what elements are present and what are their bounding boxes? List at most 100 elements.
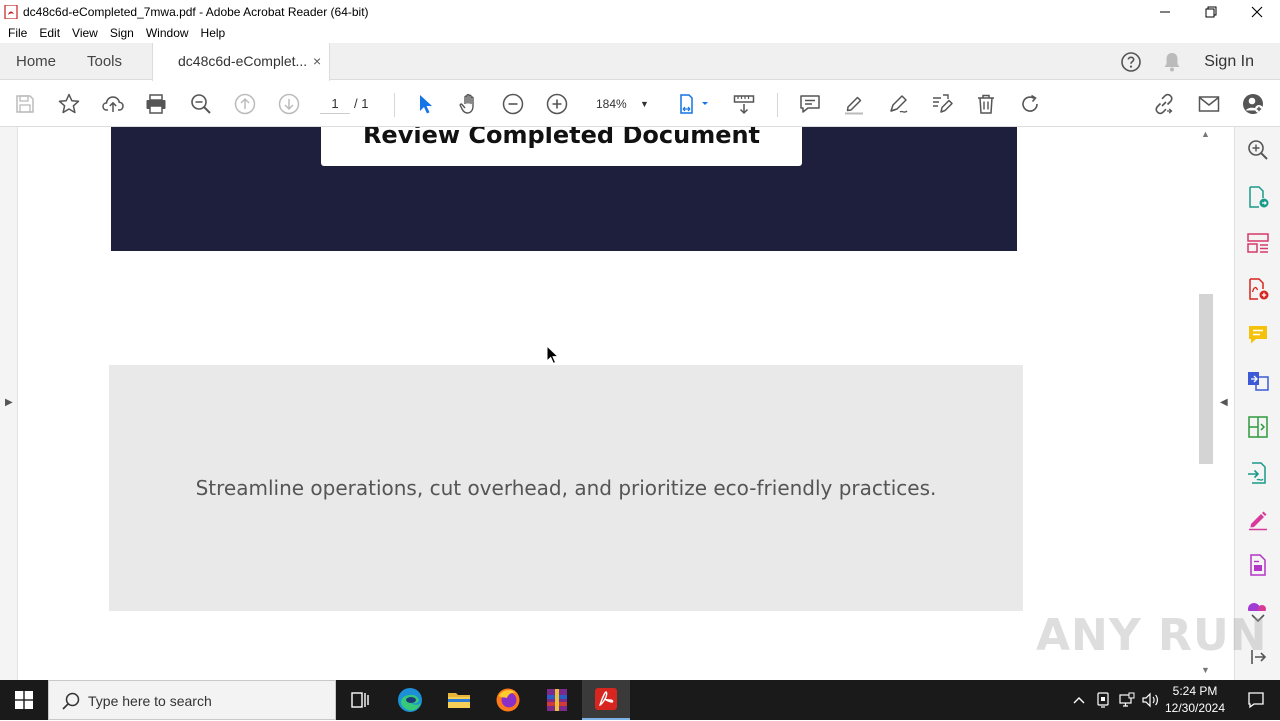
- left-pane-collapsed[interactable]: ▶: [0, 127, 18, 680]
- windows-taskbar: Type here to search 5:24 PM 12/30/2024: [0, 680, 1280, 720]
- tab-document[interactable]: dc48c6d-eComplet... ×: [152, 43, 330, 81]
- fit-page-icon: [680, 94, 708, 114]
- taskbar-edge[interactable]: [386, 680, 434, 720]
- right-tool-more[interactable]: [1246, 597, 1270, 611]
- search-zoom-icon: [191, 94, 211, 114]
- chevron-down-icon[interactable]: ▼: [640, 94, 649, 114]
- scroll-mode-button[interactable]: [731, 91, 757, 117]
- heading-card: Review Completed Document: [321, 127, 802, 166]
- share-link-button[interactable]: [1151, 91, 1177, 117]
- acrobat-reader-icon: [595, 688, 617, 710]
- maximize-button[interactable]: [1188, 0, 1234, 23]
- folder-icon: [448, 693, 470, 708]
- task-view-button[interactable]: [336, 680, 384, 720]
- menu-sign[interactable]: Sign: [104, 26, 140, 40]
- menu-help[interactable]: Help: [195, 26, 232, 40]
- taskbar-acrobat-reader[interactable]: [582, 680, 630, 720]
- collapse-right-pane-icon[interactable]: ◀: [1220, 397, 1228, 408]
- share-user-button[interactable]: [1240, 91, 1266, 117]
- print-button[interactable]: [143, 91, 169, 117]
- find-button[interactable]: [188, 91, 214, 117]
- email-button[interactable]: [1196, 91, 1222, 117]
- upload-cloud-button[interactable]: [100, 91, 126, 117]
- highlight-button[interactable]: [841, 91, 867, 117]
- page-fit-button[interactable]: [678, 91, 714, 117]
- right-tool-zoom[interactable]: [1246, 138, 1270, 162]
- page-number-input[interactable]: 1: [320, 94, 350, 114]
- minimize-button[interactable]: [1142, 0, 1188, 23]
- comment-button[interactable]: [797, 91, 823, 117]
- tab-bar-right: Sign In: [1120, 43, 1280, 80]
- tray-device-button[interactable]: [1092, 680, 1114, 720]
- taskbar-search-box[interactable]: Type here to search: [48, 680, 336, 720]
- menu-view[interactable]: View: [66, 26, 104, 40]
- rotate-button[interactable]: [1017, 91, 1043, 117]
- edit-text-button[interactable]: [929, 91, 955, 117]
- previous-page-button[interactable]: [232, 91, 258, 117]
- start-button[interactable]: [0, 680, 48, 720]
- message-box: Streamline operations, cut overhead, and…: [109, 365, 1023, 611]
- zoom-in-button[interactable]: [544, 91, 570, 117]
- document-viewport[interactable]: ▶ Review Completed Document Streamline o…: [0, 127, 1234, 680]
- menu-window[interactable]: Window: [140, 26, 195, 40]
- task-view-icon: [351, 692, 369, 708]
- menu-file[interactable]: File: [2, 26, 33, 40]
- taskbar-file-explorer[interactable]: [435, 680, 483, 720]
- taskbar-clock[interactable]: 5:24 PM 12/30/2024: [1160, 683, 1230, 717]
- select-tool-button[interactable]: [412, 91, 438, 117]
- main-toolbar: 1 / 1 184% ▼: [0, 81, 1280, 127]
- tray-overflow-button[interactable]: [1068, 680, 1090, 720]
- tab-home[interactable]: Home: [16, 43, 56, 80]
- zoom-out-button[interactable]: [500, 91, 526, 117]
- right-tool-combine-files[interactable]: [1246, 369, 1270, 393]
- clock-date: 12/30/2024: [1164, 701, 1226, 715]
- right-tool-organize-pages[interactable]: [1246, 231, 1270, 255]
- right-tool-export-pdf[interactable]: [1246, 185, 1270, 209]
- taskbar-firefox[interactable]: [484, 680, 532, 720]
- tray-volume-button[interactable]: [1140, 680, 1162, 720]
- right-pane-toggle[interactable]: ◀: [1216, 127, 1234, 680]
- page-total: / 1: [354, 96, 369, 111]
- next-page-button[interactable]: [276, 91, 302, 117]
- close-button[interactable]: [1234, 0, 1280, 23]
- delete-button[interactable]: [973, 91, 999, 117]
- scroll-up-icon[interactable]: ▲: [1201, 129, 1210, 139]
- search-icon: [62, 692, 80, 710]
- right-tool-edit-pdf[interactable]: [1246, 553, 1270, 577]
- document-tab-label: dc48c6d-eComplet...: [178, 53, 308, 69]
- draw-button[interactable]: [885, 91, 911, 117]
- right-tool-send-for-signature[interactable]: [1246, 461, 1270, 485]
- right-tool-comment[interactable]: [1246, 323, 1270, 347]
- fill-sign-icon: [1249, 511, 1267, 531]
- save-button[interactable]: [12, 91, 38, 117]
- taskbar-winrar[interactable]: [533, 680, 581, 720]
- hand-tool-button[interactable]: [456, 91, 482, 117]
- scrollbar-thumb[interactable]: [1199, 294, 1213, 464]
- bookmark-button[interactable]: [56, 91, 82, 117]
- vertical-scrollbar[interactable]: ▲ ▼: [1198, 127, 1214, 680]
- help-icon[interactable]: [1120, 51, 1142, 73]
- right-tool-create-pdf[interactable]: [1246, 277, 1270, 301]
- highlighter-icon: [845, 96, 863, 115]
- watermark: ANY RUN: [1036, 610, 1268, 661]
- tray-network-button[interactable]: [1116, 680, 1138, 720]
- envelope-icon: [1198, 96, 1220, 112]
- toolbar-divider: [394, 93, 395, 117]
- combine-files-icon: [1248, 372, 1269, 391]
- tab-tools[interactable]: Tools: [87, 43, 122, 80]
- expand-left-pane-icon[interactable]: ▶: [5, 397, 13, 408]
- right-tool-compress[interactable]: [1246, 415, 1270, 439]
- close-tab-icon[interactable]: ×: [313, 43, 321, 80]
- rotate-icon: [1022, 94, 1038, 112]
- notification-bell-icon[interactable]: [1162, 51, 1182, 73]
- action-center-button[interactable]: [1232, 680, 1280, 720]
- menu-bar: File Edit View Sign Window Help: [0, 23, 1280, 43]
- menu-edit[interactable]: Edit: [33, 26, 66, 40]
- sign-in-button[interactable]: Sign In: [1204, 53, 1254, 71]
- scroll-down-icon[interactable]: ▼: [1201, 665, 1210, 675]
- right-tool-fill-sign[interactable]: [1246, 507, 1270, 531]
- network-icon: [1119, 692, 1135, 707]
- chevron-up-icon: [1073, 697, 1085, 704]
- arrow-up-circle-icon: [234, 93, 256, 115]
- organize-pages-icon: [1247, 233, 1269, 253]
